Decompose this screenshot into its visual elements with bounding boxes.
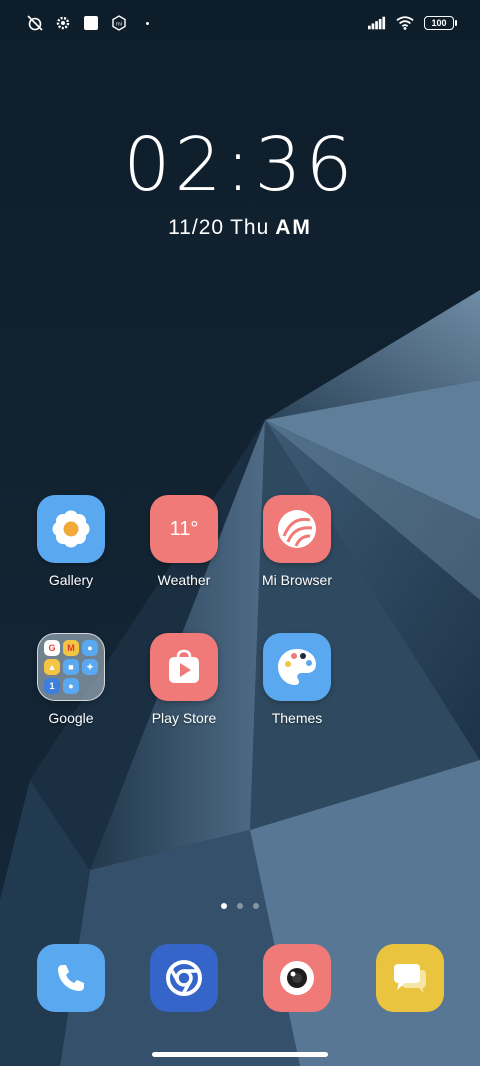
play-store-icon bbox=[150, 633, 218, 701]
page-indicator[interactable] bbox=[0, 903, 480, 909]
app-themes[interactable]: Themes bbox=[241, 633, 353, 726]
gmail-icon: M bbox=[63, 640, 79, 656]
app-gallery[interactable]: Gallery bbox=[15, 495, 127, 588]
app-mi-browser[interactable]: Mi Browser bbox=[241, 495, 353, 588]
weather-icon: 11° bbox=[150, 495, 218, 563]
mi-browser-icon bbox=[263, 495, 331, 563]
dock-phone[interactable] bbox=[37, 944, 105, 1012]
gallery-icon bbox=[37, 495, 105, 563]
themes-label: Themes bbox=[271, 710, 323, 726]
wifi-icon bbox=[396, 14, 414, 32]
gallery-label: Gallery bbox=[48, 572, 94, 588]
dock-chrome[interactable] bbox=[150, 944, 218, 1012]
page-dot-2[interactable] bbox=[237, 903, 243, 909]
drive-icon: ▲ bbox=[44, 659, 60, 675]
battery-level: 100 bbox=[431, 18, 447, 28]
lock-clock[interactable]: 02:36 bbox=[0, 128, 480, 202]
one-icon: 1 bbox=[44, 678, 60, 694]
mi-browser-label: Mi Browser bbox=[261, 572, 332, 588]
svg-text:mi: mi bbox=[116, 22, 122, 28]
assistant-icon: ● bbox=[63, 678, 79, 694]
status-bar: mi 100 bbox=[0, 0, 480, 46]
alarm-off-icon bbox=[26, 14, 44, 32]
chrome-icon bbox=[166, 960, 202, 996]
dock-messages[interactable] bbox=[376, 944, 444, 1012]
settings-gear-icon bbox=[54, 14, 72, 32]
period: AM bbox=[275, 216, 312, 239]
page-dot-3[interactable] bbox=[253, 903, 259, 909]
google-folder-icon: G M ● ▲ ■ ✦ 1 ● bbox=[37, 633, 105, 701]
mi-hexagon-icon: mi bbox=[110, 14, 128, 32]
play-store-label: Play Store bbox=[151, 710, 217, 726]
weather-label: Weather bbox=[157, 572, 211, 588]
battery-icon: 100 bbox=[424, 16, 457, 30]
phone-icon bbox=[58, 965, 84, 991]
google-label: Google bbox=[48, 710, 94, 726]
date-line[interactable]: 11/20 Thu AM bbox=[0, 216, 480, 240]
google-g-icon: G bbox=[44, 640, 60, 656]
date: 11/20 bbox=[168, 216, 225, 239]
page-dot-1[interactable] bbox=[221, 903, 227, 909]
messages-icon bbox=[394, 964, 426, 993]
camera-icon bbox=[280, 961, 314, 995]
app-weather[interactable]: 11° Weather bbox=[128, 495, 240, 588]
signal-strength-icon bbox=[368, 14, 386, 32]
home-gesture-bar[interactable] bbox=[152, 1052, 328, 1057]
photos-icon: ✦ bbox=[82, 659, 98, 675]
app-play-store[interactable]: Play Store bbox=[128, 633, 240, 726]
weather-temp: 11° bbox=[169, 517, 199, 540]
folder-google[interactable]: G M ● ▲ ■ ✦ 1 ● Google bbox=[15, 633, 127, 726]
maps-icon: ● bbox=[82, 640, 98, 656]
duo-icon: ■ bbox=[63, 659, 79, 675]
more-notifications-dot-icon bbox=[138, 14, 156, 32]
themes-palette-icon bbox=[263, 633, 331, 701]
weekday: Thu bbox=[230, 216, 270, 239]
dock-camera[interactable] bbox=[263, 944, 331, 1012]
square-notification-icon bbox=[82, 14, 100, 32]
